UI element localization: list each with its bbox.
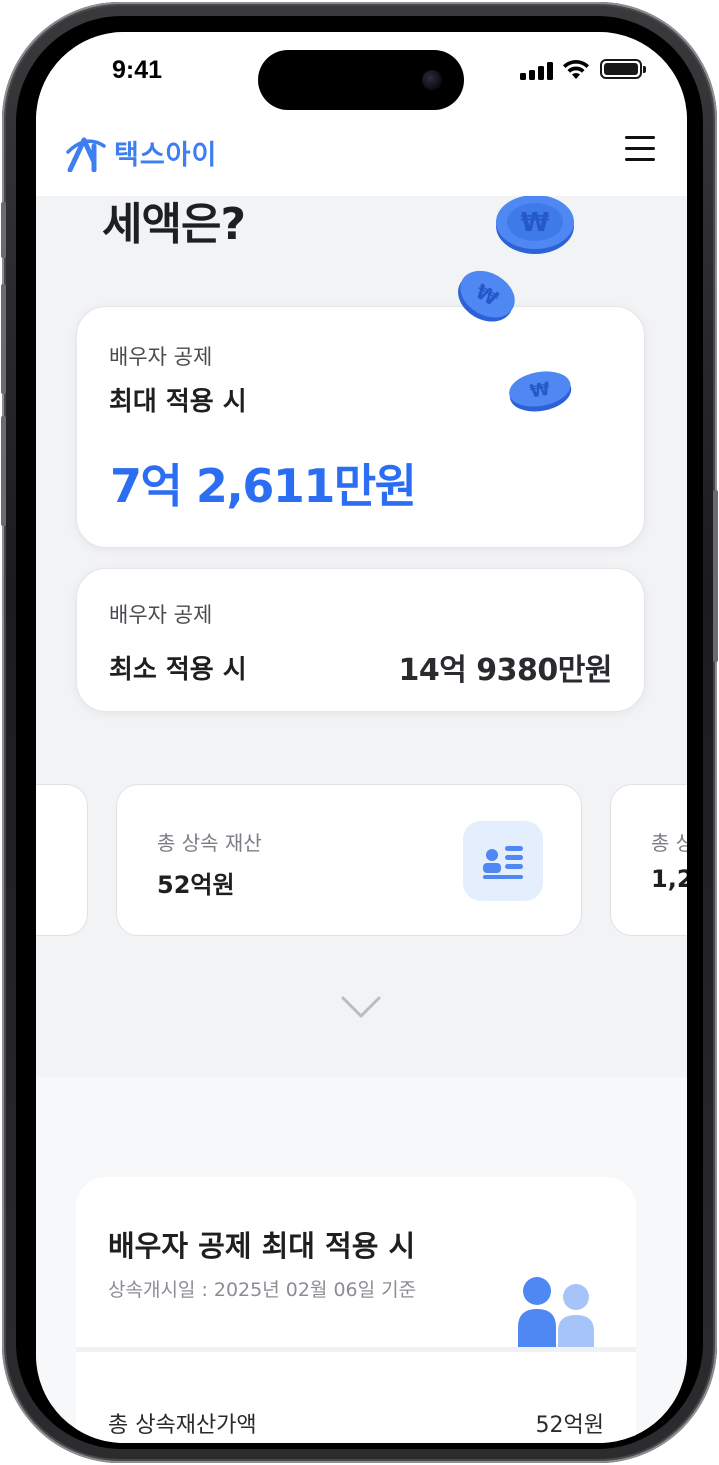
page-title: 세액은? xyxy=(102,199,246,250)
chevron-down-icon[interactable] xyxy=(340,994,382,1020)
summary-card-prev[interactable] xyxy=(36,784,88,936)
min-tax-amount: 14억 9380만원 xyxy=(398,653,613,688)
coin-icon: ₩ xyxy=(496,195,574,254)
divider xyxy=(76,1347,636,1352)
people-icon xyxy=(518,1277,594,1349)
min-deduction-card[interactable]: 배우자 공제 최소 적용 시 14억 9380만원 xyxy=(76,568,645,712)
camera-icon xyxy=(422,70,442,90)
coin-icon: ₩ xyxy=(458,270,515,322)
menu-icon[interactable] xyxy=(625,136,657,162)
id-card-icon xyxy=(483,846,523,879)
summary-value: 1,2 xyxy=(651,865,687,893)
coin-icon: ₩ xyxy=(509,371,572,412)
volume-up-button xyxy=(1,284,6,394)
screen: 9:41 택스아이 세액은? ₩ ₩ ₩ 배우자 공제 최대 적용 시 7억 2… xyxy=(36,32,687,1443)
battery-icon xyxy=(600,59,646,79)
max-tax-amount: 7억 2,611만원 xyxy=(110,459,417,513)
svg-text:₩: ₩ xyxy=(521,208,550,238)
svg-text:₩: ₩ xyxy=(528,378,551,402)
summary-label: 총 상 xyxy=(651,831,687,855)
card-title: 최대 적용 시 xyxy=(109,387,247,417)
summary-card-total-estate[interactable]: 총 상속 재산 52억원 xyxy=(116,784,582,936)
row-value: 52억원 xyxy=(535,1413,604,1438)
signal-icon xyxy=(520,62,554,80)
status-time: 9:41 xyxy=(112,56,163,84)
brand-logo[interactable]: 택스아이 xyxy=(64,130,217,174)
summary-card-next[interactable]: 총 상 1,2 xyxy=(610,784,687,936)
summary-value: 52억원 xyxy=(157,871,235,899)
card-label: 배우자 공제 xyxy=(109,345,213,369)
dynamic-island xyxy=(258,50,464,110)
summary-label: 총 상속 재산 xyxy=(157,831,262,855)
row-label: 총 상속재산가액 xyxy=(108,1413,257,1438)
card-label: 배우자 공제 xyxy=(109,603,213,627)
action-button xyxy=(1,202,6,258)
summary-icon-box xyxy=(463,821,543,901)
volume-down-button xyxy=(1,416,6,526)
wifi-icon xyxy=(563,59,589,79)
logo-icon xyxy=(66,137,106,172)
detail-subtitle: 상속개시일 : 2025년 02월 06일 기준 xyxy=(108,1279,417,1301)
brand-name: 택스아이 xyxy=(114,139,218,171)
app-header: 택스아이 xyxy=(36,122,687,196)
detail-title: 배우자 공제 최대 적용 시 xyxy=(108,1229,416,1263)
phone-frame: 9:41 택스아이 세액은? ₩ ₩ ₩ 배우자 공제 최대 적용 시 7억 2… xyxy=(1,2,718,1463)
card-title: 최소 적용 시 xyxy=(109,655,247,685)
detail-card: 배우자 공제 최대 적용 시 상속개시일 : 2025년 02월 06일 기준 … xyxy=(76,1177,636,1443)
power-button xyxy=(713,490,718,662)
